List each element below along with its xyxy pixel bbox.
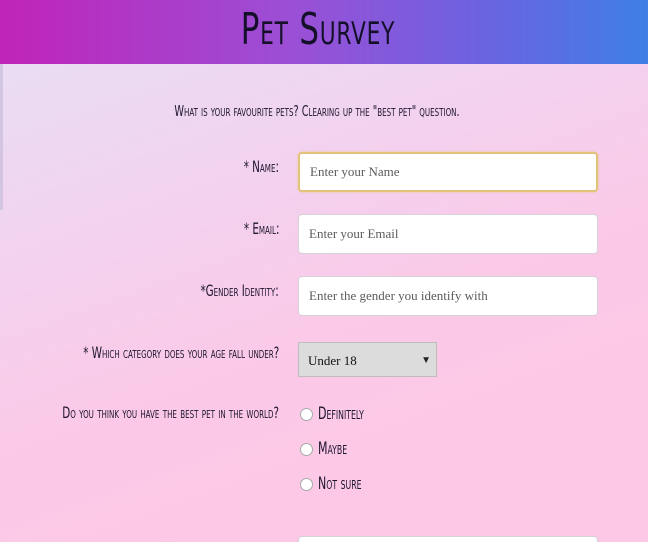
gender-input[interactable] (298, 276, 598, 316)
name-label: * Name: (243, 157, 279, 176)
age-select[interactable]: Under 18 ▼ (298, 342, 437, 377)
next-field-partial[interactable] (298, 536, 598, 542)
radio-button[interactable] (300, 408, 313, 421)
email-input[interactable] (298, 214, 598, 254)
radio-label: Definitely (318, 404, 364, 424)
email-label: * Email: (243, 219, 279, 238)
age-select-value: Under 18 (308, 353, 357, 368)
best-pet-label: Do you think you have the best pet in th… (62, 403, 279, 422)
survey-description: What is your favourite pets? Clearing up… (174, 102, 460, 120)
gender-label: *Gender Identity: (200, 281, 279, 300)
radio-label: Maybe (318, 439, 348, 459)
radio-button[interactable] (300, 443, 313, 456)
page-title: Pet Survey (240, 4, 396, 55)
dropdown-arrow-icon: ▼ (421, 355, 431, 366)
radio-label: Not sure (318, 474, 362, 494)
left-edge-shade (0, 64, 3, 210)
radio-button[interactable] (300, 478, 313, 491)
age-label: * Which category does your age fall unde… (82, 343, 279, 362)
name-input[interactable] (298, 152, 598, 192)
